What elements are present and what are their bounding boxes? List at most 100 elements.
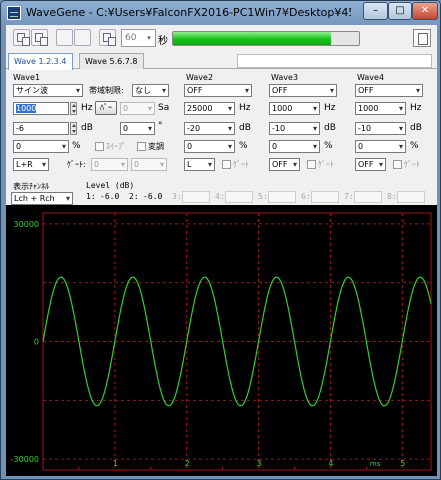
wave2-level-unit: dB: [239, 123, 251, 133]
wave4-header: Wave4: [357, 73, 385, 82]
close-button[interactable]: ✕: [412, 2, 438, 20]
step-start-icon[interactable]: [56, 29, 73, 46]
level-6-value: [311, 191, 339, 203]
wave3-third-input[interactable]: 0: [269, 140, 320, 153]
wave1-third-unit: %: [72, 141, 81, 151]
wave1-third-input[interactable]: 0: [13, 140, 69, 153]
wave2-level-input[interactable]: -20: [184, 122, 235, 135]
level-2-value: -6.0: [143, 192, 163, 201]
x-tick-label: 5: [400, 459, 405, 468]
wave3-header: Wave3: [271, 73, 299, 82]
wave3-freq-unit: Hz: [324, 103, 336, 113]
wave4-gate-checkbox[interactable]: [393, 160, 402, 169]
level-7-value: [354, 191, 382, 203]
pause-button[interactable]: ﾊﾟｰ: [95, 101, 117, 115]
x-tick-label: 4: [328, 459, 333, 468]
sweep-checkbox[interactable]: [95, 142, 104, 151]
paste-icon[interactable]: [31, 29, 48, 46]
wave2-third-input[interactable]: 0: [184, 140, 235, 153]
duration-dropdown-icon[interactable]: ▾: [143, 30, 155, 46]
mod-label: 変調: [148, 142, 164, 151]
wave2-type-select[interactable]: OFF: [184, 84, 252, 97]
wave1-type-select[interactable]: サイン波: [13, 84, 83, 97]
wave4-type-select[interactable]: OFF: [355, 84, 423, 97]
client-area: 60 ▾ 秒 Wave 1.2.3.4 Wave 5.6.7.8 Wave1 サ…: [6, 25, 437, 476]
level-5-value: [268, 191, 296, 203]
sweep-label: ｽｲｰﾌﾟ: [106, 142, 126, 151]
app-window: WaveGene - C:¥Users¥FalconFX2016-PC1Win7…: [0, 0, 441, 480]
gate2-input[interactable]: 0: [131, 158, 167, 171]
level-3-value: [182, 191, 210, 203]
waveform-plot: 30000 0 -30000 1 2 3 4 5 ms: [6, 205, 437, 476]
tab-wave-1234[interactable]: Wave 1.2.3.4: [8, 53, 73, 70]
bandlimit-select[interactable]: なし: [132, 84, 169, 97]
settings-icon[interactable]: [413, 29, 431, 47]
wave3-level-input[interactable]: -10: [269, 122, 320, 135]
progress-fill: [173, 32, 332, 45]
wave1-level-input[interactable]: -6: [13, 122, 69, 135]
wave4-gate-label: ｹﾞｰﾄ: [404, 160, 420, 169]
level-2-label: 2:: [129, 192, 139, 201]
step-end-icon[interactable]: [74, 29, 91, 46]
waveform-chart: 30000 0 -30000 1 2 3 4 5 ms: [11, 212, 432, 471]
wave4-freq-input[interactable]: 1000: [355, 102, 406, 115]
wave3-type-select[interactable]: OFF: [269, 84, 337, 97]
wave1-freq-input[interactable]: 1000: [13, 102, 69, 115]
wave3-gate-checkbox[interactable]: [307, 160, 316, 169]
gate1-input[interactable]: 0: [91, 158, 128, 171]
timer-icon[interactable]: [99, 29, 116, 46]
wave3-third-unit: %: [324, 141, 333, 151]
level-1-value: -6.0: [100, 192, 120, 201]
wave3-channel-select[interactable]: OFF: [269, 158, 300, 171]
wave1-phase-input[interactable]: 0: [120, 122, 155, 135]
wave2-channel-select[interactable]: L: [184, 158, 215, 171]
wave3-gate-label: ｹﾞｰﾄ: [318, 160, 334, 169]
wave4-third-unit: %: [410, 141, 419, 151]
wave1-channel-select[interactable]: L+R: [13, 158, 49, 171]
level-1-label: 1:: [86, 192, 96, 201]
level-5-label: 5:: [258, 192, 268, 201]
minimize-button[interactable]: –: [363, 2, 388, 20]
bandlimit-label: 帯域制限:: [89, 86, 124, 95]
wave1-sa-unit: Sa: [158, 103, 170, 113]
duration-unit: 秒: [158, 36, 168, 47]
x-tick-label: 3: [257, 459, 262, 468]
wave2-gate-checkbox[interactable]: [222, 160, 231, 169]
wave2-freq-unit: Hz: [239, 103, 251, 113]
wave2-gate-label: ｹﾞｰﾄ: [233, 160, 249, 169]
mod-checkbox[interactable]: [137, 142, 146, 151]
title-bar[interactable]: WaveGene - C:¥Users¥FalconFX2016-PC1Win7…: [1, 1, 440, 25]
wave1-level-unit: dB: [81, 123, 93, 133]
wave4-channel-select[interactable]: OFF: [355, 158, 386, 171]
level-6-label: 6:: [301, 192, 311, 201]
wave4-freq-unit: Hz: [410, 103, 422, 113]
level-8-label: 8:: [387, 192, 397, 201]
wave3-freq-input[interactable]: 1000: [269, 102, 320, 115]
level-3-label: 3:: [172, 192, 182, 201]
y-tick-label: 0: [34, 337, 39, 346]
wave4-third-input[interactable]: 0: [355, 140, 406, 153]
wave1-freq-spinner[interactable]: [70, 102, 77, 115]
tab-wave-5678[interactable]: Wave 5.6.7.8: [79, 53, 144, 69]
display-channel-select[interactable]: Lch + Rch: [11, 192, 73, 205]
wave1-freq-unit: Hz: [81, 103, 93, 113]
wave4-level-unit: dB: [410, 123, 422, 133]
app-icon: [7, 6, 21, 20]
wave1-level-spinner[interactable]: [70, 122, 77, 135]
wave2-third-unit: %: [239, 141, 248, 151]
wave2-freq-input[interactable]: 25000: [184, 102, 235, 115]
wave1-phase-unit: °: [158, 121, 163, 131]
display-channel-label: 表示ﾁｬﾝﾈﾙ: [13, 182, 49, 191]
wave4-level-input[interactable]: -10: [355, 122, 406, 135]
y-tick-label: 30000: [14, 220, 39, 229]
x-tick-label: 2: [185, 459, 190, 468]
gate-label: ｹﾞｰﾄ:: [67, 160, 86, 169]
wave2-header: Wave2: [186, 73, 214, 82]
maximize-button[interactable]: □: [388, 2, 412, 20]
info-field: [237, 54, 432, 68]
wave1-sa-input[interactable]: 0: [120, 102, 155, 115]
copy-icon[interactable]: [13, 29, 30, 46]
x-tick-label: 1: [113, 459, 118, 468]
y-tick-label: -30000: [11, 455, 39, 464]
wave1-header: Wave1: [13, 73, 41, 82]
